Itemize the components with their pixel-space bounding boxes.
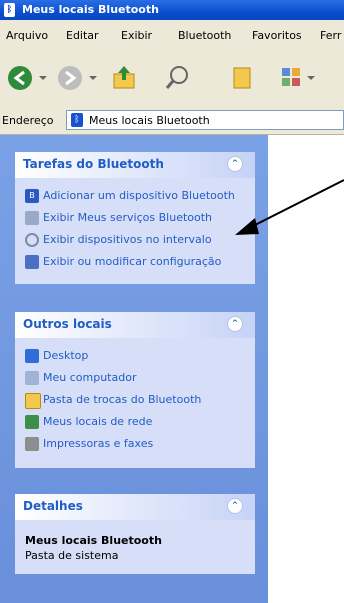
folder-up-icon[interactable]: [110, 64, 138, 92]
other-places-panel: Outros locais ⌃ Desktop Meu computador P…: [15, 312, 255, 468]
menu-arquivo[interactable]: Arquivo: [6, 29, 48, 42]
details-name: Meus locais Bluetooth: [25, 534, 162, 547]
add-device-icon: B: [25, 189, 39, 203]
details-type: Pasta de sistema: [25, 549, 119, 562]
task-label: Exibir Meus serviços Bluetooth: [43, 211, 213, 224]
panel-title: Tarefas do Bluetooth: [23, 157, 164, 171]
services-icon: [25, 211, 39, 225]
details-panel: Detalhes ⌃ Meus locais Bluetooth Pasta d…: [15, 494, 255, 574]
forward-button[interactable]: [56, 64, 100, 92]
address-input[interactable]: ᛒ Meus locais Bluetooth: [66, 110, 344, 130]
panel-title: Detalhes: [23, 499, 83, 513]
back-button[interactable]: [6, 64, 50, 92]
panel-title: Outros locais: [23, 317, 112, 331]
printer-icon: [25, 437, 39, 451]
task-label: Exibir dispositivos no intervalo: [43, 233, 212, 246]
menu-exibir[interactable]: Exibir: [121, 29, 152, 42]
desktop-icon: [25, 349, 39, 363]
computer-icon: [25, 371, 39, 385]
menu-editar[interactable]: Editar: [66, 29, 99, 42]
place-label: Meus locais de rede: [43, 415, 153, 428]
chevron-down-icon: [307, 76, 315, 80]
bluetooth-tasks-header[interactable]: Tarefas do Bluetooth ⌃: [15, 152, 255, 178]
address-label: Endereço: [2, 114, 54, 127]
details-header[interactable]: Detalhes ⌃: [15, 494, 255, 520]
bluetooth-tasks-panel: Tarefas do Bluetooth ⌃ B Adicionar um di…: [15, 152, 255, 284]
address-value: Meus locais Bluetooth: [89, 114, 210, 127]
folders-icon[interactable]: [228, 64, 256, 92]
menu-bluetooth[interactable]: Bluetooth: [178, 29, 231, 42]
settings-icon: [25, 255, 39, 269]
place-label: Impressoras e faxes: [43, 437, 154, 450]
address-bar: Endereço ᛒ Meus locais Bluetooth: [0, 106, 344, 135]
place-label: Pasta de trocas do Bluetooth: [43, 393, 202, 406]
collapse-icon[interactable]: ⌃: [227, 498, 243, 514]
annotation-arrow: [235, 179, 344, 235]
menu-bar: Arquivo Editar Exibir Bluetooth Favorito…: [0, 20, 344, 51]
task-label: Adicionar um dispositivo Bluetooth: [43, 189, 235, 202]
toolbar: [0, 50, 344, 107]
menu-favoritos[interactable]: Favoritos: [252, 29, 302, 42]
collapse-icon[interactable]: ⌃: [227, 316, 243, 332]
search-icon: [25, 233, 39, 247]
task-label: Exibir ou modificar configuração: [43, 255, 222, 268]
title-bar: ᛒ Meus locais Bluetooth: [0, 0, 344, 20]
bluetooth-icon: ᛒ: [71, 113, 83, 127]
search-icon[interactable]: [164, 64, 192, 92]
other-places-header[interactable]: Outros locais ⌃: [15, 312, 255, 338]
place-label: Desktop: [43, 349, 89, 362]
menu-ferramentas[interactable]: Ferr: [320, 29, 341, 42]
window-title: Meus locais Bluetooth: [22, 3, 159, 16]
views-button[interactable]: [278, 64, 318, 92]
bluetooth-icon: ᛒ: [4, 3, 15, 17]
place-label: Meu computador: [43, 371, 137, 384]
network-icon: [25, 415, 39, 429]
folder-icon: [25, 393, 41, 409]
